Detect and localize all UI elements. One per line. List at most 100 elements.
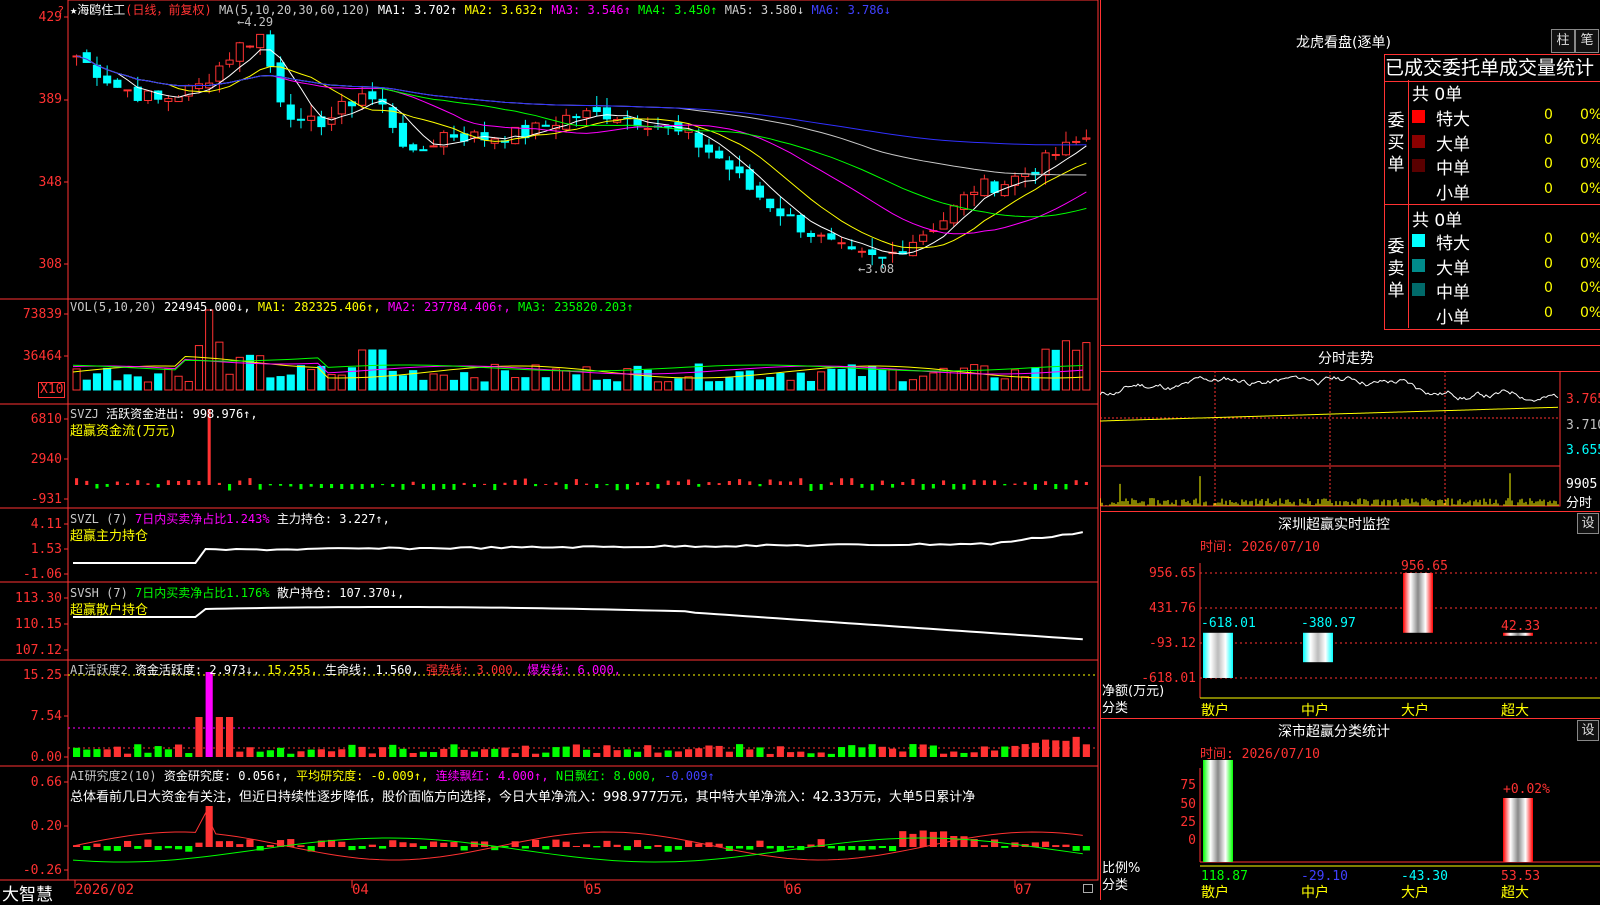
volume-bar (592, 379, 601, 391)
activity-bar (725, 751, 733, 757)
buy-row-name: 中单 (1436, 159, 1470, 179)
tick-view-button[interactable]: 笔 (1575, 29, 1599, 53)
volume-bar (307, 369, 316, 391)
ai3-summary-text: 总体看前几日大资金有关注，但近日持续性逐步降低，股价面临方向选择，今日大单净流入… (70, 790, 976, 805)
monitor-bar-value: 42.33 (1501, 619, 1540, 634)
monitor-axis-label: -93.12 (1149, 636, 1196, 651)
ai2-lifeline: 生命线: 1.560, (325, 663, 419, 677)
bar-view-button[interactable]: 柱 (1551, 29, 1575, 53)
activity-bar (950, 751, 958, 757)
candle-body (409, 144, 418, 151)
volume-bar (378, 349, 387, 391)
activity-bar (736, 744, 744, 757)
ai2-fund-activity: 资金活跃度: 2.973↓, (134, 663, 260, 677)
research-bar (572, 845, 580, 847)
activity-bar (1052, 740, 1060, 757)
fund-flow-bar (707, 482, 711, 485)
fund-flow-bar (1054, 484, 1058, 490)
activity-bar (1001, 746, 1009, 757)
buy-row-count: 0 (1544, 107, 1553, 123)
chart-menu-icon[interactable]: ? (58, 4, 64, 17)
class-settings-button[interactable]: 设 (1577, 720, 1599, 741)
activity-bar (287, 753, 295, 757)
fund-flow-bar (115, 481, 119, 485)
research-bar (634, 840, 642, 847)
class-axis-label: 0 (1188, 833, 1196, 848)
monitor-axis-label: 431.76 (1149, 601, 1196, 616)
candle-body (123, 89, 132, 92)
volume-bar (684, 376, 693, 391)
volume-bar (725, 377, 734, 391)
volume-bar (1021, 376, 1030, 391)
volume-bar (704, 381, 714, 391)
activity-bar (113, 746, 121, 757)
intraday-price-line (1100, 375, 1559, 402)
candle-body (755, 185, 765, 198)
sell-row-count: 0 (1544, 280, 1553, 296)
research-bar (736, 846, 744, 849)
research-bar (1062, 844, 1070, 847)
candle-body (847, 246, 856, 250)
fund-flow-bar (75, 478, 79, 485)
monitor-settings-button[interactable]: 设 (1577, 513, 1599, 534)
ma2-value: MA2: 3.632↑ (464, 3, 545, 17)
candle-body (643, 127, 652, 130)
volume-bar (837, 369, 846, 391)
activity-bar (379, 747, 387, 757)
activity-bar (695, 748, 703, 757)
buy-row: 特大 0 0% (1412, 105, 1600, 130)
price-axis-3: 348 (38, 175, 62, 190)
monitor-bar (1203, 632, 1233, 678)
candle-body (245, 45, 255, 48)
candle-body (113, 79, 122, 88)
chart-period[interactable]: (日线，前复权) (125, 3, 211, 17)
class-bar-value: 118.87 (1201, 869, 1248, 884)
intraday-chart[interactable] (1100, 371, 1600, 511)
fund-flow-bar (993, 480, 997, 485)
sell-order-label: 委卖单 (1387, 237, 1405, 301)
fund-flow-bar (432, 484, 436, 491)
volume-bar (327, 374, 336, 391)
fund-flow-bar (554, 482, 558, 485)
ai3-axis-3: -0.26 (22, 863, 62, 878)
fund-flow-bar (534, 484, 538, 487)
research-bar (674, 846, 682, 850)
volume-bar (1010, 369, 1020, 391)
fund-flow-bar (483, 483, 487, 485)
fund-flow-bar (228, 484, 232, 491)
candle-body (296, 118, 306, 121)
fund-flow-bar (901, 482, 905, 485)
fund-flow-bar (758, 484, 762, 487)
activity-bar (450, 744, 458, 757)
volume-bar (766, 376, 775, 391)
lock-icon[interactable] (1083, 884, 1093, 893)
fund-flow-bar (911, 478, 915, 485)
activity-bar (1062, 740, 1070, 757)
volume-bar (551, 368, 561, 391)
ai3-extra: -0.009↑ (664, 769, 715, 783)
vol-ma2: MA2: 237784.406↑, (387, 300, 511, 314)
research-bar (868, 846, 876, 850)
volume-bar (419, 379, 428, 391)
fund-flow-bar (258, 484, 262, 490)
activity-bar (511, 753, 519, 757)
volume-bar (643, 369, 652, 391)
buy-order-label: 委买单 (1387, 111, 1405, 175)
candle-body (592, 107, 601, 112)
monitor-axis-label: 956.65 (1149, 566, 1196, 581)
activity-bar (501, 747, 509, 757)
research-bar (521, 846, 529, 849)
fund-flow-bar (870, 484, 874, 491)
volume-bar (1051, 349, 1060, 391)
activity-bar (776, 746, 784, 757)
activity-bar (205, 672, 213, 757)
volume-bar (470, 377, 479, 391)
activity-bar (1082, 744, 1090, 757)
fund-flow-bar (585, 483, 589, 485)
ai2-value: 15.255, (267, 663, 318, 677)
price-axis-1: 429 (38, 10, 62, 25)
main-chart-area[interactable] (0, 0, 1100, 900)
activity-bar (991, 750, 999, 757)
buy-row-pct: 0% (1580, 156, 1600, 172)
candle-body (562, 114, 571, 130)
